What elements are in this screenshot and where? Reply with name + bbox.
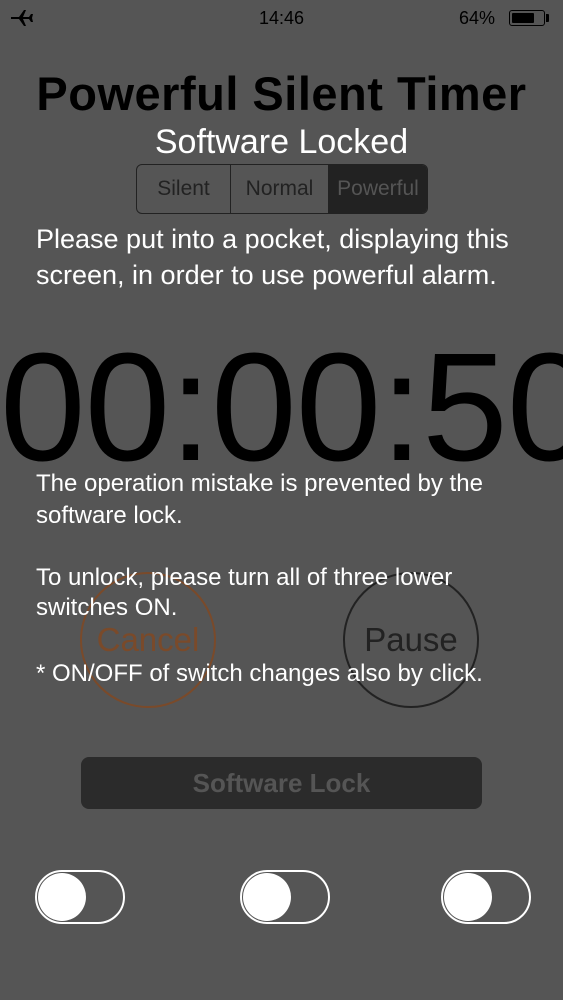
- mode-powerful[interactable]: Powerful: [329, 165, 427, 213]
- page-title: Powerful Silent Timer: [36, 67, 527, 120]
- mode-segmented-control[interactable]: Silent Normal Powerful: [136, 164, 428, 214]
- battery-tip: [546, 14, 549, 22]
- unlock-switch-3[interactable]: [441, 870, 531, 924]
- status-bar: 14:46 64%: [0, 0, 563, 36]
- pocket-instruction: Please put into a pocket, displaying thi…: [36, 224, 509, 290]
- switch-knob: [243, 873, 291, 921]
- timer-display: 00:00:50: [0, 321, 563, 493]
- battery-percent: 64%: [459, 8, 496, 28]
- battery-icon: [509, 10, 545, 26]
- switch-knob: [444, 873, 492, 921]
- mode-silent[interactable]: Silent: [137, 165, 231, 213]
- software-lock-button[interactable]: Software Lock: [81, 757, 482, 809]
- mistake-note: The operation mistake is prevented by th…: [36, 470, 483, 529]
- switch-knob: [38, 873, 86, 921]
- click-note: * ON/OFF of switch changes also by click…: [36, 660, 483, 687]
- unlock-switch-1[interactable]: [35, 870, 125, 924]
- mode-normal[interactable]: Normal: [231, 165, 329, 213]
- page-subtitle: Software Locked: [154, 123, 409, 161]
- unlock-instruction: To unlock, please turn all of three lowe…: [36, 564, 453, 621]
- unlock-switch-2[interactable]: [240, 870, 330, 924]
